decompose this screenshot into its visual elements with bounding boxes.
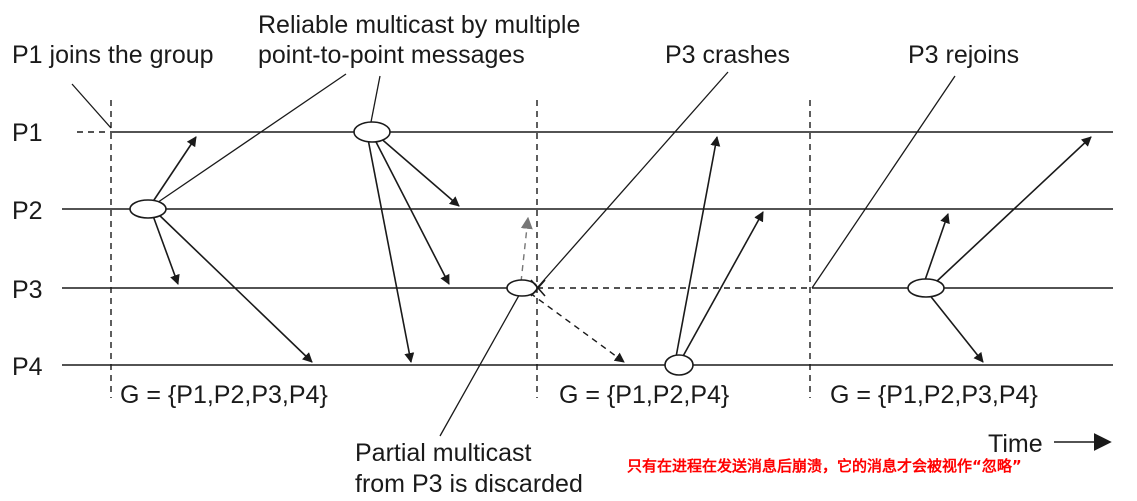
process-label-p4: P4: [12, 353, 43, 381]
message-p2-to-p4: [155, 211, 313, 363]
message-p4-to-p2: [681, 211, 764, 359]
message-p1-to-p4: [367, 138, 415, 363]
reliable-multicast-label-line1: Reliable multicast by multiple: [258, 11, 580, 39]
p1-joins-label: P1 joins the group: [12, 41, 214, 69]
time-label: Time: [988, 430, 1043, 458]
message-p3-to-p2: [923, 213, 950, 284]
p3-rejoins-label: P3 rejoins: [908, 41, 1019, 69]
p1-joins-pointer: [71, 83, 112, 129]
send-event-p2: [129, 199, 167, 219]
virtual-synchrony-diagram: P1 P2 P3 P4 P1 joins the group Reliable …: [12, 11, 1113, 498]
reliable-multicast-label-line2: point-to-point messages: [258, 41, 525, 69]
send-event-p4: [664, 354, 694, 376]
discarded-message-p3-to-p2: [520, 216, 533, 283]
discarded-message-p3-to-p4: [529, 292, 625, 363]
p3-crashes-label: P3 crashes: [665, 41, 790, 69]
partial-multicast-label-line2: from P3 is discarded: [355, 470, 583, 498]
message-p4-to-p1: [675, 136, 721, 358]
partial-multicast-label-line1: Partial multicast: [355, 439, 531, 467]
message-p3-to-p4: [927, 292, 984, 363]
group-view-2: G = {P1,P2,P4}: [559, 381, 729, 409]
reliable-multicast-pointer-2: [370, 75, 381, 123]
process-label-p3: P3: [12, 276, 43, 304]
reliable-multicast-pointer-1: [147, 73, 347, 210]
send-event-p3: [907, 278, 945, 298]
group-view-3: G = {P1,P2,P3,P4}: [830, 381, 1038, 409]
message-p1-to-p3: [373, 137, 450, 285]
message-p2-to-p1: [149, 136, 197, 207]
process-label-p2: P2: [12, 197, 43, 225]
partial-multicast-pointer: [439, 289, 523, 437]
process-label-p1: P1: [12, 119, 43, 147]
group-view-1: G = {P1,P2,P3,P4}: [120, 381, 328, 409]
message-p2-to-p3: [151, 212, 180, 285]
p3-crashes-pointer: [536, 71, 729, 289]
send-event-p1: [353, 121, 391, 143]
annotation-note: 只有在进程在发送消息后崩溃，它的消息才会被视作“忽略”: [627, 457, 1022, 475]
